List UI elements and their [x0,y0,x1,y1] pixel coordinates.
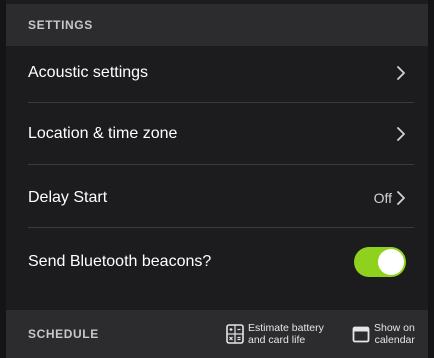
estimate-battery-line1: Estimate battery [248,322,324,334]
bluetooth-beacons-label: Send Bluetooth beacons? [28,253,212,270]
row-divider [28,164,414,165]
row-divider [28,102,414,103]
location-timezone-right [396,127,406,141]
show-on-calendar-button[interactable]: Show on calendar [352,322,415,346]
estimate-battery-button[interactable]: Estimate battery and card life [226,322,324,346]
chevron-right-icon [397,127,405,141]
delay-start-value: Off [373,190,392,206]
right-edge [428,0,434,358]
show-on-calendar-line2: calendar [374,334,415,346]
acoustic-settings-label: Acoustic settings [28,64,149,81]
acoustic-settings-right [396,66,406,80]
delay-start-label: Delay Start [28,189,108,206]
estimate-battery-line2: and card life [248,334,306,346]
estimate-battery-text: Estimate battery and card life [248,322,324,346]
location-timezone-label: Location & time zone [28,125,178,142]
show-on-calendar-line1: Show on [374,322,415,334]
delay-start-row[interactable]: Delay Start Off [6,169,428,227]
settings-screen: SETTINGS Acoustic settings Location & ti… [0,0,434,358]
show-on-calendar-text: Show on calendar [374,322,415,346]
battery-estimate-icon [226,324,244,344]
row-divider [28,227,414,228]
bluetooth-beacons-toggle[interactable] [354,247,406,277]
delay-start-right: Off [374,190,406,206]
chevron-right-icon [397,191,405,205]
calendar-icon [352,326,370,343]
location-timezone-row[interactable]: Location & time zone [6,105,428,163]
schedule-section-title: SCHEDULE [28,327,99,341]
acoustic-settings-row[interactable]: Acoustic settings [6,44,428,102]
bluetooth-beacons-row: Send Bluetooth beacons? [6,233,428,291]
settings-section-title: SETTINGS [28,18,93,32]
toggle-knob [378,249,404,275]
settings-section-header: SETTINGS [6,4,428,46]
chevron-right-icon [397,66,405,80]
